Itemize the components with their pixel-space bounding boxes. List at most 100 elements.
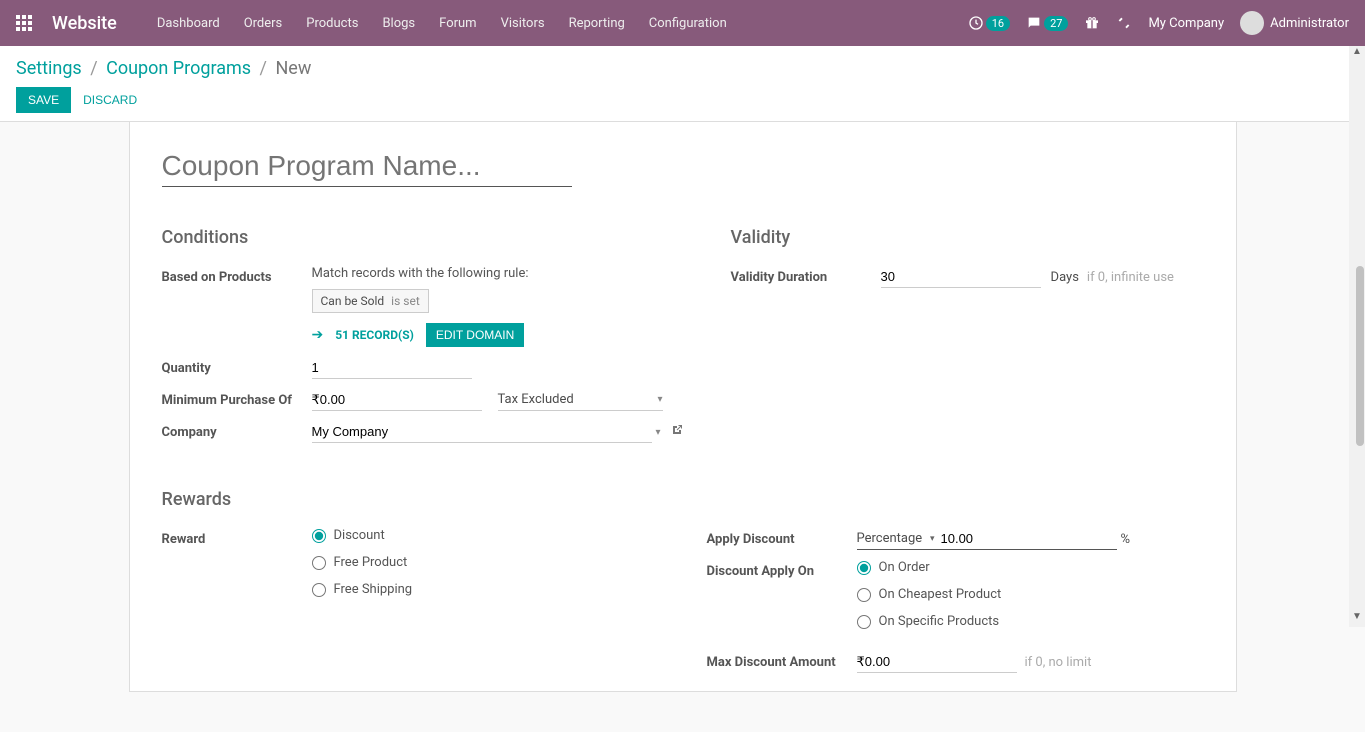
domain-chip-field: Can be Sold (321, 294, 385, 308)
scroll-up-icon[interactable]: ▲ (1349, 46, 1365, 62)
reward-free-shipping-option[interactable]: Free Shipping (312, 582, 659, 597)
chat-icon[interactable]: 27 (1026, 15, 1068, 31)
apply-on-order-radio[interactable] (857, 561, 871, 575)
breadcrumb-sep: / (260, 58, 267, 79)
discount-apply-on-row: Discount Apply On On Order On Cheapest P… (707, 560, 1204, 641)
reward-discount-label: Discount (334, 528, 385, 543)
apply-on-radios: On Order On Cheapest Product On Specific… (857, 560, 1204, 641)
brand[interactable]: Website (52, 13, 117, 34)
apply-type-select[interactable]: Percentage (857, 531, 924, 546)
breadcrumb: Settings / Coupon Programs / New (16, 58, 1349, 79)
max-discount-hint: if 0, no limit (1025, 655, 1092, 670)
validity-duration-row: Validity Duration Days if 0, infinite us… (731, 266, 1204, 288)
scrollbar[interactable]: ▲ ▼ (1349, 46, 1365, 627)
scroll-thumb[interactable] (1356, 266, 1364, 446)
domain-desc: Match records with the following rule: (312, 266, 683, 281)
max-discount-input[interactable] (857, 651, 1017, 673)
action-buttons: SAVE DISCARD (16, 87, 1349, 113)
company-input[interactable] (312, 421, 652, 443)
edit-domain-button[interactable]: EDIT DOMAIN (426, 323, 524, 347)
reward-discount-option[interactable]: Discount (312, 528, 659, 543)
breadcrumb-current: New (275, 58, 311, 79)
reward-label: Reward (162, 528, 312, 547)
min-purchase-input[interactable] (312, 389, 482, 411)
apply-on-order-label: On Order (879, 560, 930, 575)
save-button[interactable]: SAVE (16, 87, 71, 113)
chevron-down-icon[interactable]: ▾ (930, 534, 935, 544)
chevron-down-icon[interactable]: ▾ (656, 427, 661, 438)
chat-badge: 27 (1044, 16, 1068, 31)
domain-chip: Can be Sold is set (312, 289, 429, 313)
quantity-input[interactable] (312, 357, 472, 379)
based-on-label: Based on Products (162, 266, 312, 285)
reward-radios: Discount Free Product Free Shipping (312, 528, 659, 609)
reward-row: Reward Discount Free Product Free Shi (162, 528, 659, 609)
apply-on-order-option[interactable]: On Order (857, 560, 1204, 575)
conditions-col: Conditions Based on Products Match recor… (162, 227, 683, 453)
activity-icon[interactable]: 16 (968, 15, 1010, 31)
breadcrumb-root[interactable]: Settings (16, 58, 82, 79)
discount-apply-on-label: Discount Apply On (707, 560, 857, 579)
reward-free-product-radio[interactable] (312, 556, 326, 570)
quantity-row: Quantity (162, 357, 683, 379)
company-name: My Company (1148, 16, 1224, 31)
nav-dashboard[interactable]: Dashboard (157, 16, 220, 31)
reward-discount-radio[interactable] (312, 529, 326, 543)
control-bar: Settings / Coupon Programs / New SAVE DI… (0, 46, 1365, 122)
nav-blogs[interactable]: Blogs (382, 16, 415, 31)
breadcrumb-parent[interactable]: Coupon Programs (106, 58, 251, 79)
validity-hint: if 0, infinite use (1087, 270, 1174, 285)
rewards-columns: Reward Discount Free Product Free Shi (162, 528, 1204, 683)
rewards-right-col: Apply Discount Percentage ▾ % Discount A… (707, 528, 1204, 683)
apply-on-cheapest-radio[interactable] (857, 588, 871, 602)
nav-configuration[interactable]: Configuration (649, 16, 727, 31)
nav-forum[interactable]: Forum (439, 16, 476, 31)
tax-select[interactable]: Tax Excluded (498, 389, 658, 410)
reward-free-product-option[interactable]: Free Product (312, 555, 659, 570)
activity-badge: 16 (986, 16, 1010, 31)
program-name-input[interactable] (162, 146, 572, 187)
user-menu[interactable]: Administrator (1240, 11, 1349, 35)
company-label: Company (162, 421, 312, 440)
max-discount-row: Max Discount Amount if 0, no limit (707, 651, 1204, 673)
quantity-label: Quantity (162, 357, 312, 376)
form-sheet: Conditions Based on Products Match recor… (129, 122, 1237, 692)
gift-icon[interactable] (1084, 15, 1100, 31)
apply-value-input[interactable] (941, 528, 1117, 549)
max-discount-label: Max Discount Amount (707, 651, 857, 670)
chevron-down-icon[interactable]: ▾ (657, 394, 662, 405)
min-purchase-row: Minimum Purchase Of Tax Excluded ▾ (162, 389, 683, 411)
company-row: Company ▾ (162, 421, 683, 443)
nav-orders[interactable]: Orders (244, 16, 283, 31)
apply-on-specific-radio[interactable] (857, 615, 871, 629)
discard-button[interactable]: DISCARD (83, 93, 137, 107)
reward-free-shipping-radio[interactable] (312, 583, 326, 597)
records-row: ➔ 51 RECORD(S) EDIT DOMAIN (312, 323, 683, 347)
company-switcher[interactable]: My Company (1148, 16, 1224, 31)
nav-products[interactable]: Products (306, 16, 358, 31)
based-on-products-row: Based on Products Match records with the… (162, 266, 683, 347)
apply-on-cheapest-label: On Cheapest Product (879, 587, 1002, 602)
nav-reporting[interactable]: Reporting (569, 16, 625, 31)
scroll-down-icon[interactable]: ▼ (1349, 611, 1365, 627)
sheet-wrap: Conditions Based on Products Match recor… (113, 122, 1253, 732)
external-link-icon[interactable] (671, 424, 683, 440)
records-link[interactable]: 51 RECORD(S) (335, 328, 414, 342)
apply-on-cheapest-option[interactable]: On Cheapest Product (857, 587, 1204, 602)
apply-discount-row: Apply Discount Percentage ▾ % (707, 528, 1204, 550)
apply-unit: % (1121, 532, 1131, 547)
apps-icon[interactable] (16, 15, 32, 31)
reward-free-product-label: Free Product (334, 555, 408, 570)
validity-unit: Days (1051, 270, 1079, 285)
validity-duration-input[interactable] (881, 266, 1041, 288)
tools-icon[interactable] (1116, 15, 1132, 31)
breadcrumb-sep: / (90, 58, 97, 79)
reward-free-shipping-label: Free Shipping (334, 582, 413, 597)
nav-right: 16 27 My Company Administrator (968, 11, 1349, 35)
nav-menu: Dashboard Orders Products Blogs Forum Vi… (157, 16, 968, 31)
validity-duration-label: Validity Duration (731, 266, 881, 285)
domain-chip-op: is set (391, 294, 420, 308)
rewards-heading: Rewards (162, 489, 1204, 510)
validity-col: Validity Validity Duration Days if 0, in… (731, 227, 1204, 453)
nav-visitors[interactable]: Visitors (501, 16, 545, 31)
